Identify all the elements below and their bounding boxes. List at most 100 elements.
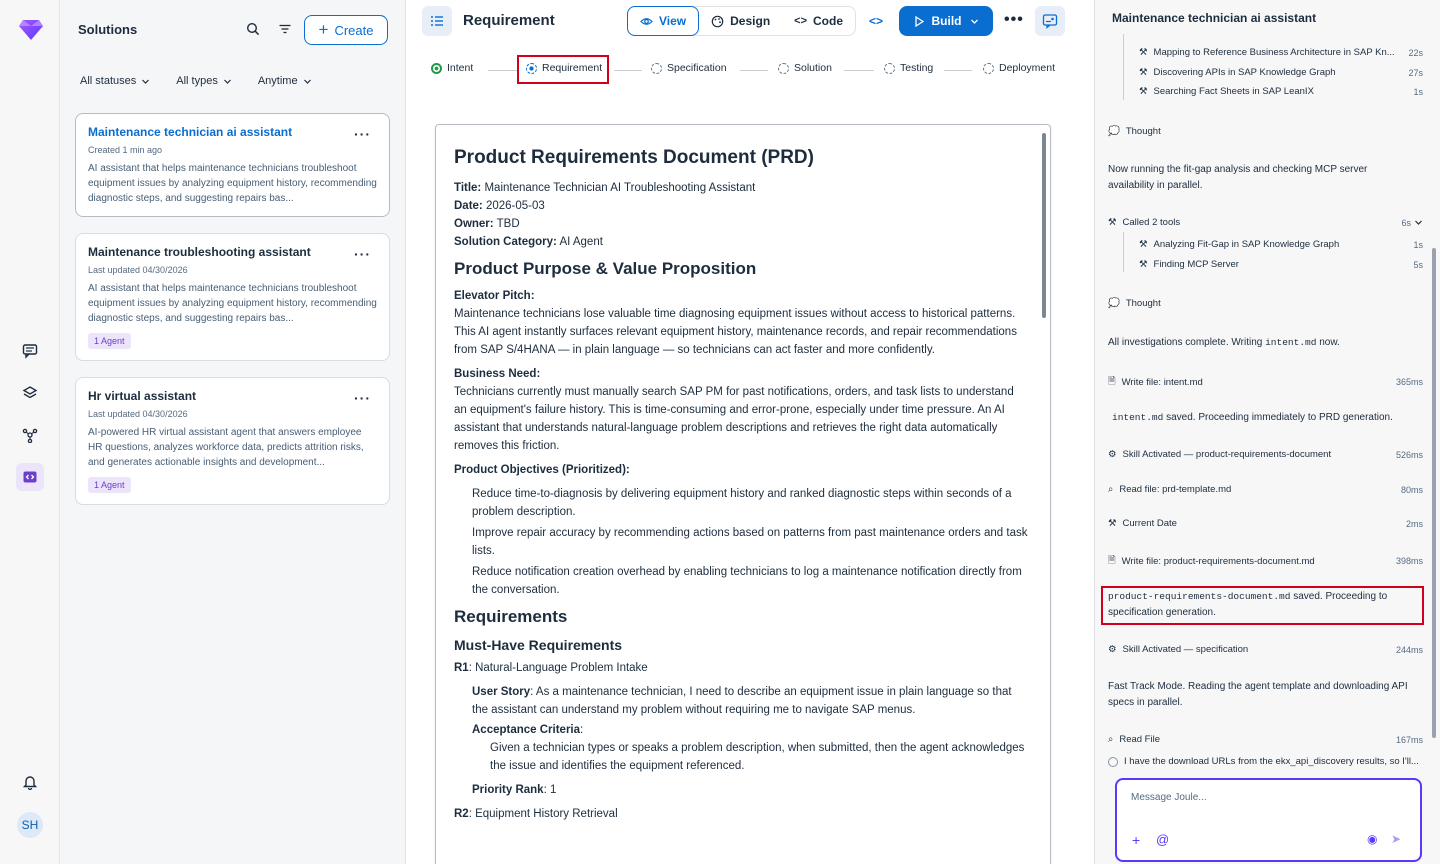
- step-testing[interactable]: Testing: [884, 62, 933, 74]
- solutions-title: Solutions: [78, 22, 138, 37]
- hammer-icon: ⚒: [1139, 259, 1148, 270]
- solution-card-description: AI assistant that helps maintenance tech…: [88, 163, 377, 204]
- more-options-icon[interactable]: ···: [354, 126, 371, 142]
- network-icon[interactable]: [19, 424, 41, 446]
- agent-count-badge: 1 Agent: [88, 477, 131, 493]
- view-button[interactable]: View: [627, 6, 700, 36]
- assistant-message: Now running the fit-gap analysis and che…: [1108, 164, 1368, 191]
- record-icon[interactable]: ◉: [1367, 832, 1377, 846]
- called-tools-item[interactable]: ⚒ Called 2 tools 6s: [1108, 217, 1423, 228]
- document-scrollbar[interactable]: [1042, 133, 1046, 318]
- current-date-item[interactable]: ⚒ Current Date 2ms: [1108, 518, 1423, 529]
- objectives-list: Reduce time-to-diagnosis by delivering e…: [454, 485, 1029, 599]
- chevron-down-icon: [142, 79, 150, 84]
- code-button[interactable]: <> Code: [782, 7, 855, 35]
- user-avatar[interactable]: SH: [17, 812, 43, 838]
- main-workspace: Requirement View Design <> Code <> Build…: [406, 0, 1094, 864]
- tool-call-item[interactable]: ⚒ Mapping to Reference Business Architect…: [1139, 47, 1423, 58]
- solution-card-title[interactable]: Maintenance technician ai assistant: [88, 125, 348, 139]
- type-filter[interactable]: All types: [176, 75, 232, 87]
- filter-icon[interactable]: [278, 22, 292, 36]
- mention-icon[interactable]: @: [1156, 832, 1169, 847]
- priority-rank: Priority Rank: 1: [472, 784, 557, 796]
- layers-icon[interactable]: [19, 382, 41, 404]
- write-file-item[interactable]: 🗎 Write file: product-requirements-docume…: [1108, 553, 1423, 569]
- chat-title: Maintenance technician ai assistant: [1112, 11, 1317, 25]
- tool-call-item[interactable]: ⚒ Finding MCP Server 5s: [1139, 259, 1423, 270]
- joule-logo-icon[interactable]: [18, 16, 44, 42]
- plus-icon[interactable]: +: [1132, 832, 1140, 848]
- palette-icon: [711, 15, 724, 27]
- prd-document[interactable]: Product Requirements Document (PRD) Titl…: [435, 124, 1051, 864]
- chevron-down-icon: [223, 79, 231, 84]
- meta-category: Solution Category: AI Agent: [454, 236, 603, 248]
- hammer-icon: ⚒: [1108, 217, 1117, 228]
- solution-card-title[interactable]: Hr virtual assistant: [88, 389, 348, 403]
- assistant-message: All investigations complete. Writing int…: [1108, 337, 1340, 348]
- loading-circle-icon: [1108, 756, 1118, 767]
- pending-message: I have the download URLs from the ekx_ap…: [1108, 756, 1428, 767]
- step-solution[interactable]: Solution: [778, 62, 832, 74]
- search-icon[interactable]: [246, 22, 260, 36]
- time-filter[interactable]: Anytime: [258, 75, 312, 87]
- highlight-box: [517, 55, 609, 84]
- solution-card-meta: Created 1 min ago: [88, 145, 163, 155]
- thought-item[interactable]: 💭 Thought: [1108, 126, 1423, 137]
- meta-owner: Owner: TBD: [454, 218, 520, 230]
- tool-call-item[interactable]: ⚒ Searching Fact Sheets in SAP LeanIX 1s: [1139, 86, 1423, 97]
- build-button[interactable]: Build: [899, 6, 993, 36]
- thought-item[interactable]: 💭 Thought: [1108, 298, 1423, 309]
- step-intent[interactable]: Intent: [431, 62, 473, 74]
- step-connector: [740, 70, 768, 71]
- code-view-icon[interactable]: <>: [869, 14, 883, 28]
- tool-call-item[interactable]: ⚒ Analyzing Fit-Gap in SAP Knowledge Grap…: [1139, 239, 1423, 250]
- step-connector: [614, 70, 642, 71]
- create-button[interactable]: + Create: [304, 15, 388, 45]
- status-filter[interactable]: All statuses: [80, 75, 150, 87]
- skill-icon: ⚙: [1108, 644, 1117, 655]
- read-file-item[interactable]: ⌕ Read File 167ms: [1108, 734, 1423, 745]
- solution-card[interactable]: Maintenance troubleshooting assistant ··…: [75, 233, 390, 361]
- assistant-message: intent.md saved. Proceeding immediately …: [1112, 412, 1393, 423]
- section-heading: Product Purpose & Value Proposition: [454, 259, 757, 278]
- hammer-icon: ⚒: [1139, 239, 1148, 250]
- requirement-r1: R1: Natural-Language Problem Intake: [454, 662, 648, 674]
- more-options-icon[interactable]: ···: [354, 390, 371, 406]
- subsection-heading: Must-Have Requirements: [454, 637, 623, 653]
- skill-icon: ⚙: [1108, 449, 1117, 460]
- write-file-item[interactable]: 🗎 Write file: intent.md 365ms: [1108, 374, 1423, 390]
- step-connector: [844, 70, 874, 71]
- chat-scrollbar[interactable]: [1432, 248, 1436, 738]
- step-deployment[interactable]: Deployment: [983, 62, 1055, 74]
- more-options-icon[interactable]: ···: [354, 246, 371, 262]
- send-icon[interactable]: ➤: [1391, 832, 1401, 846]
- app-window: SH Solutions + Create All statuses All t…: [0, 0, 1440, 864]
- page-title: Requirement: [463, 12, 555, 29]
- solution-card[interactable]: Hr virtual assistant ··· Last updated 04…: [75, 377, 390, 505]
- code-workspace-icon[interactable]: [16, 463, 44, 491]
- step-specification[interactable]: Specification: [651, 62, 727, 74]
- solution-card[interactable]: Maintenance technician ai assistant ··· …: [75, 113, 390, 217]
- list-item: Reduce time-to-diagnosis by delivering e…: [472, 488, 1012, 518]
- more-actions-icon[interactable]: •••: [1004, 11, 1024, 29]
- chat-icon[interactable]: [19, 340, 41, 362]
- tool-call-item[interactable]: ⚒ Discovering APIs in SAP Knowledge Graph…: [1139, 67, 1423, 78]
- message-input[interactable]: [1131, 792, 1401, 803]
- skill-activated-item[interactable]: ⚙ Skill Activated — product-requirements-…: [1108, 449, 1423, 460]
- solution-card-title[interactable]: Maintenance troubleshooting assistant: [88, 245, 348, 259]
- bell-icon[interactable]: [19, 771, 41, 793]
- thought-bubble-icon: 💭: [1108, 298, 1120, 309]
- left-rail: SH: [0, 0, 60, 864]
- section-heading: Requirements: [454, 607, 568, 626]
- message-composer[interactable]: + @ ◉ ➤: [1115, 778, 1422, 862]
- document-title: Product Requirements Document (PRD): [454, 147, 814, 168]
- assistant-panel-toggle[interactable]: [1035, 6, 1065, 36]
- skill-activated-item[interactable]: ⚙ Skill Activated — specification 244ms: [1108, 644, 1423, 655]
- design-button[interactable]: Design: [699, 7, 782, 35]
- solution-card-meta: Last updated 04/30/2026: [88, 409, 188, 419]
- thought-bubble-icon: 💭: [1108, 126, 1120, 137]
- user-story: User Story: As a maintenance technician,…: [472, 686, 1012, 716]
- read-file-item[interactable]: ⌕ Read file: prd-template.md 80ms: [1108, 484, 1423, 495]
- outline-toggle-button[interactable]: [422, 6, 452, 36]
- solution-card-description: AI-powered HR virtual assistant agent th…: [88, 427, 364, 468]
